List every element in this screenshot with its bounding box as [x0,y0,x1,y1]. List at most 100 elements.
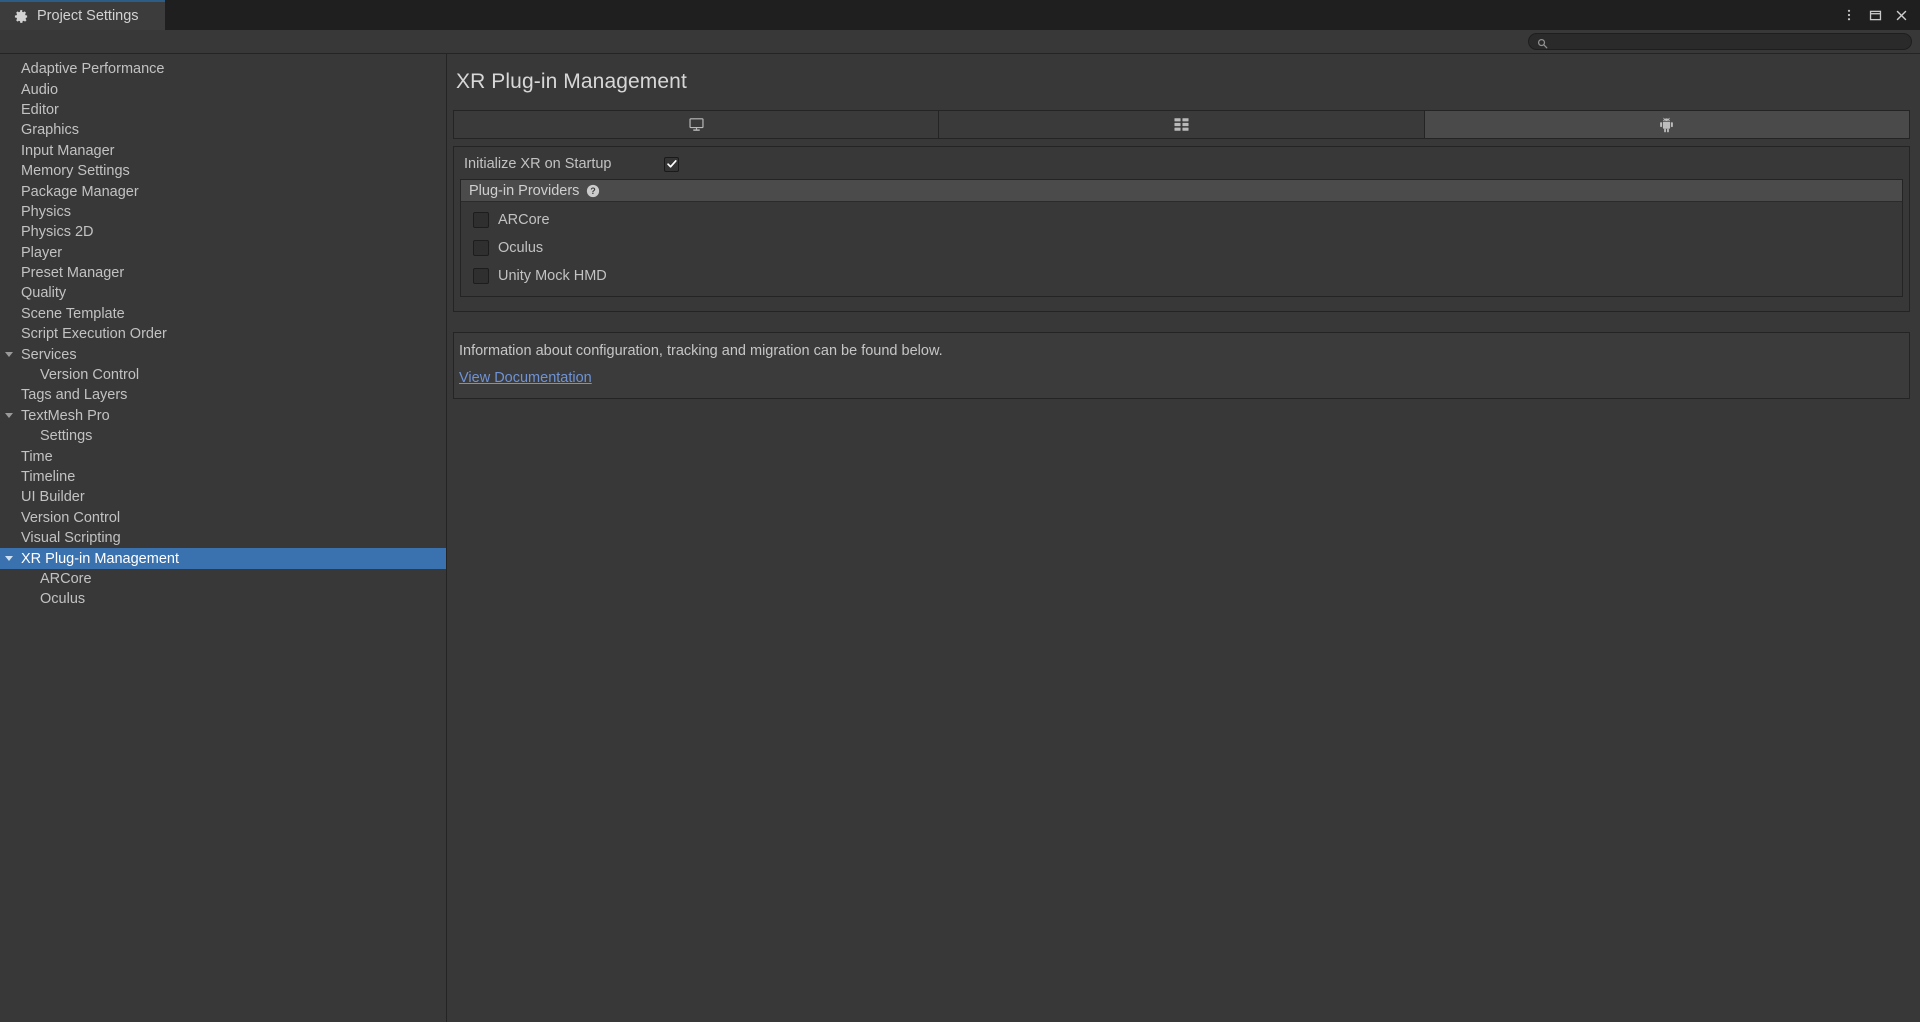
view-documentation-link[interactable]: View Documentation [459,370,592,386]
sidebar-item-label: Timeline [21,469,76,485]
platform-tab-standalone[interactable] [454,111,940,138]
initialize-xr-label: Initialize XR on Startup [464,156,612,172]
initialize-xr-checkbox[interactable] [664,156,679,172]
tab-label: Project Settings [37,8,139,24]
close-icon[interactable] [1888,0,1914,30]
provider-row[interactable]: Unity Mock HMD [461,262,1902,290]
tab-project-settings[interactable]: Project Settings [0,0,165,30]
sidebar-item-oculus[interactable]: Oculus [0,589,446,609]
sidebar-item-label: Script Execution Order [21,326,167,343]
sidebar-item-quality[interactable]: Quality [0,283,446,303]
sidebar-item-version-control[interactable]: Version Control [0,508,446,528]
sidebar-item-label: Preset Manager [21,265,125,282]
sidebar-item-player[interactable]: Player [0,243,446,263]
sidebar-item-label: Editor [21,101,59,118]
sidebar-item-label: TextMesh Pro [21,407,110,424]
provider-checkbox[interactable] [473,268,489,284]
sidebar-item-label: Quality [21,285,67,302]
caret-glyph [5,352,13,358]
sidebar-item-label: ARCore [40,570,92,587]
settings-tree[interactable]: Adaptive Performance Audio Editor Graphics I… [0,54,447,1022]
sidebar-item-preset-manager[interactable]: Preset Manager [0,263,446,283]
sidebar-item-label: Audio [21,81,59,98]
kebab-menu-icon[interactable] [1836,0,1862,30]
sidebar-item-physics[interactable]: Physics [0,202,446,222]
sidebar-item-scene-template[interactable]: Scene Template [0,304,446,324]
sidebar-item-graphics[interactable]: Graphics [0,120,446,140]
sidebar-item-editor[interactable]: Editor [0,100,446,120]
sidebar-item-label: Services [21,346,77,363]
sidebar-item-label: Scene Template [21,305,125,322]
xr-settings-frame: Initialize XR on Startup Plug-in Provide… [453,146,1910,312]
desktop-monitor-icon [687,115,706,134]
sidebar-item-label: Oculus [40,591,86,608]
sidebar-item-xr-plug-in-management[interactable]: XR Plug-in Management [0,548,446,569]
sidebar-item-ui-builder[interactable]: UI Builder [0,487,446,507]
sidebar-item-label: Player [21,244,63,261]
title-bar: Project Settings [0,0,1920,30]
search-icon [1537,36,1548,49]
sidebar-item-label: Version Control [21,509,121,526]
sidebar-item-visual-scripting[interactable]: Visual Scripting [0,528,446,548]
plugin-providers-header: Plug-in Providers ? [461,180,1902,202]
gear-icon [14,9,29,24]
help-circle-icon[interactable]: ? [586,184,600,198]
sidebar-item-input-manager[interactable]: Input Manager [0,141,446,161]
sidebar-item-label: Tags and Layers [21,387,128,404]
sidebar-item-services[interactable]: Services [0,344,446,364]
sidebar-item-label: Adaptive Performance [21,61,165,78]
search-input[interactable] [1553,34,1903,49]
sidebar-item-version-control[interactable]: Version Control [0,365,446,385]
android-robot-icon [1657,115,1676,134]
title-bar-spacer [165,0,1836,30]
sidebar-item-label: Time [21,448,53,465]
caret-glyph [5,413,13,419]
provider-label: Oculus [498,240,544,256]
maximize-icon[interactable] [1862,0,1888,30]
provider-row[interactable]: ARCore [461,206,1902,234]
window-controls [1836,0,1920,30]
uwp-blocks-icon [1172,115,1191,134]
sidebar-item-label: Physics 2D [21,224,94,241]
sidebar-item-physics-2d[interactable]: Physics 2D [0,222,446,242]
plugin-providers-box: Plug-in Providers ? ARCore Oculus Unity Mo… [460,179,1903,297]
sidebar-item-label: Graphics [21,122,80,139]
body: Adaptive Performance Audio Editor Graphics I… [0,54,1920,1022]
chevron-down-icon[interactable] [0,352,18,358]
info-text: Information about configuration, trackin… [459,343,943,359]
platform-tab-android[interactable] [1424,111,1909,138]
sidebar-item-label: XR Plug-in Management [21,550,179,567]
sidebar-item-time[interactable]: Time [0,446,446,466]
sidebar-item-label: Physics [21,203,71,220]
sidebar-item-label: UI Builder [21,489,85,506]
platform-tab-uwp[interactable] [939,111,1425,138]
sidebar-item-timeline[interactable]: Timeline [0,467,446,487]
provider-checkbox[interactable] [473,212,489,228]
sidebar-item-label: Settings [40,428,93,445]
initialize-xr-row[interactable]: Initialize XR on Startup [460,153,1903,175]
sidebar-item-adaptive-performance[interactable]: Adaptive Performance [0,59,446,79]
provider-row[interactable]: Oculus [461,234,1902,262]
search-box[interactable] [1528,33,1912,50]
chevron-down-icon[interactable] [0,413,18,419]
provider-list[interactable]: ARCore Oculus Unity Mock HMD [461,202,1902,296]
project-settings-window: Project Settings Adaptive Performance Au… [0,0,1920,1022]
search-bar-row [0,30,1920,54]
sidebar-item-settings[interactable]: Settings [0,426,446,446]
provider-label: Unity Mock HMD [498,268,607,284]
platform-tab-strip[interactable] [453,110,1910,139]
sidebar-item-script-execution-order[interactable]: Script Execution Order [0,324,446,344]
plugin-providers-title: Plug-in Providers [469,182,580,199]
info-box: Information about configuration, trackin… [453,332,1910,399]
sidebar-item-audio[interactable]: Audio [0,79,446,99]
sidebar-item-textmesh-pro[interactable]: TextMesh Pro [0,406,446,426]
sidebar-item-tags-and-layers[interactable]: Tags and Layers [0,385,446,405]
provider-label: ARCore [498,212,550,228]
sidebar-item-label: Package Manager [21,183,139,200]
content-area: Initialize XR on Startup Plug-in Provide… [447,110,1920,399]
chevron-down-icon[interactable] [0,556,18,562]
sidebar-item-memory-settings[interactable]: Memory Settings [0,161,446,181]
sidebar-item-arcore[interactable]: ARCore [0,569,446,589]
provider-checkbox[interactable] [473,240,489,256]
sidebar-item-package-manager[interactable]: Package Manager [0,181,446,201]
